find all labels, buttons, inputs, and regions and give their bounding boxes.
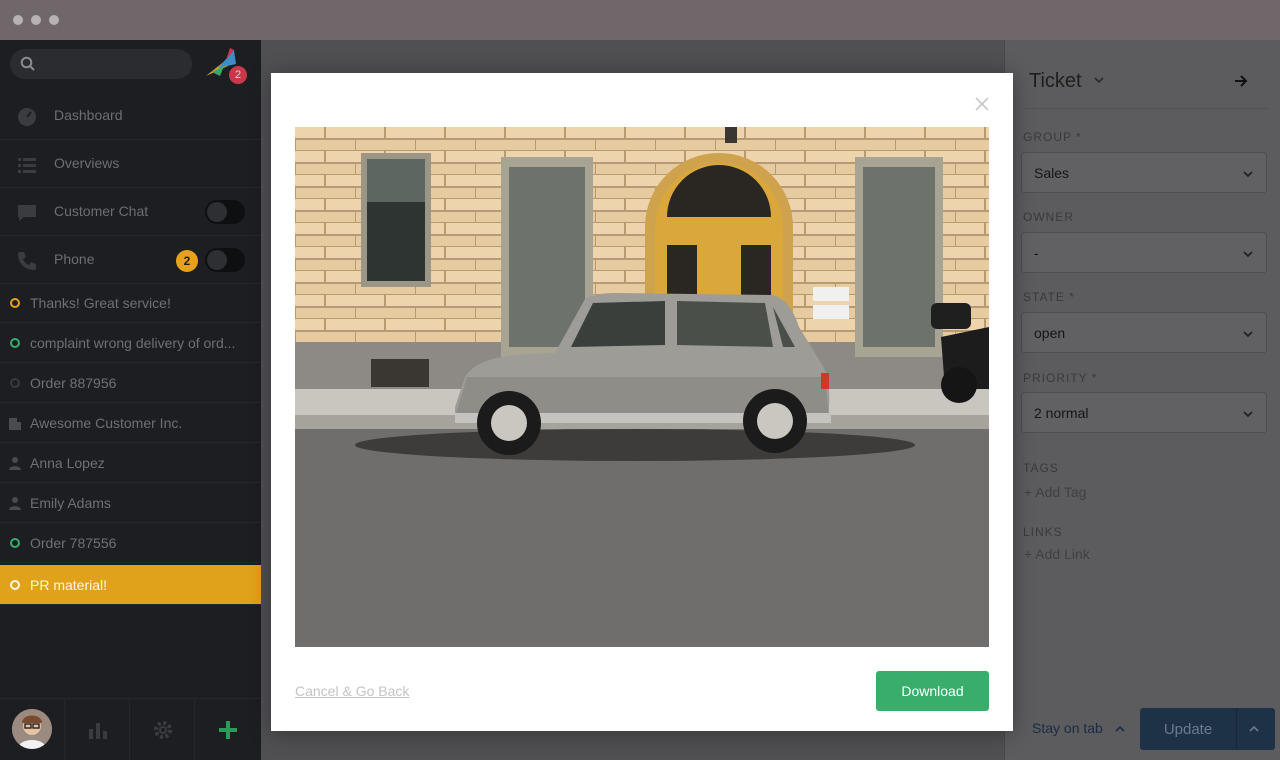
new-cell[interactable] [195, 699, 260, 760]
nav-dashboard[interactable]: Dashboard [0, 92, 261, 140]
priority-label: PRIORITY * [1023, 371, 1098, 385]
status-ring-icon [10, 580, 20, 590]
phone-toggle[interactable] [205, 248, 245, 272]
nav-overviews[interactable]: Overviews [0, 140, 261, 188]
tags-label: TAGS [1023, 461, 1059, 475]
sidebar-bottom-bar [0, 698, 261, 760]
task-label: Awesome Customer Inc. [30, 415, 183, 431]
list-icon [18, 158, 36, 173]
group-label: GROUP * [1023, 130, 1082, 144]
task-label: Emily Adams [30, 495, 111, 511]
task-label: Anna Lopez [30, 455, 105, 471]
priority-value: 2 normal [1034, 405, 1089, 421]
task-label: Order 887956 [30, 375, 117, 391]
chevron-down-icon [1243, 171, 1253, 178]
task-label: PR material! [30, 577, 108, 593]
add-tag-link[interactable]: + Add Tag [1024, 484, 1086, 500]
nav-dashboard-label: Dashboard [54, 107, 123, 123]
task-item[interactable]: Thanks! Great service! [0, 283, 261, 323]
task-item[interactable]: complaint wrong delivery of ord... [0, 323, 261, 363]
search-input[interactable] [10, 49, 192, 79]
avatar-face-icon [12, 709, 52, 749]
car-photo-image [295, 127, 989, 647]
settings-cell[interactable] [130, 699, 195, 760]
organization-icon [9, 418, 21, 430]
close-icon[interactable] [974, 96, 990, 112]
update-button[interactable]: Update [1140, 708, 1275, 750]
chevron-down-icon [1243, 411, 1253, 418]
notification-badge: 2 [229, 66, 247, 84]
plus-icon [219, 721, 237, 739]
owner-value: - [1034, 245, 1039, 261]
window-minimize-dot[interactable] [31, 15, 41, 25]
task-item[interactable]: Order 887956 [0, 363, 261, 403]
task-item[interactable]: Anna Lopez [0, 443, 261, 483]
customer-chat-toggle[interactable] [205, 200, 245, 224]
panel-title: Ticket [1029, 70, 1082, 92]
divider [1025, 108, 1267, 109]
gear-icon [154, 721, 172, 739]
cancel-go-back-link[interactable]: Cancel & Go Back [295, 683, 409, 699]
group-value: Sales [1034, 165, 1070, 181]
user-icon [9, 457, 21, 470]
state-label: STATE * [1023, 290, 1075, 304]
task-item[interactable]: Emily Adams [0, 483, 261, 523]
chevron-up-icon[interactable] [1114, 723, 1126, 735]
nav-customer-chat-label: Customer Chat [54, 203, 149, 219]
task-label: Order 787556 [30, 535, 117, 551]
task-label: complaint wrong delivery of ord... [30, 335, 236, 351]
chevron-down-icon[interactable] [1093, 74, 1105, 86]
search-icon [20, 56, 35, 71]
add-link-link[interactable]: + Add Link [1024, 546, 1090, 562]
state-value: open [1034, 325, 1066, 341]
status-ring-icon [10, 298, 20, 308]
state-select[interactable]: open [1021, 312, 1267, 353]
task-item[interactable]: Order 787556 [0, 523, 261, 563]
status-ring-icon [10, 378, 20, 388]
sidebar: 2 Dashboard Overviews Customer Chat Phon… [0, 40, 261, 760]
download-button[interactable]: Download [876, 671, 989, 711]
dashboard-icon [18, 108, 36, 126]
update-button-label: Update [1163, 721, 1213, 738]
avatar-cell[interactable] [0, 699, 65, 760]
window-title-bar [0, 0, 1280, 40]
task-item[interactable]: Awesome Customer Inc. [0, 403, 261, 443]
arrow-right-icon[interactable] [1233, 73, 1249, 89]
nav-customer-chat[interactable]: Customer Chat [0, 188, 261, 236]
owner-label: OWNER [1023, 210, 1074, 224]
window-close-dot[interactable] [13, 15, 23, 25]
chevron-up-icon[interactable] [1248, 723, 1260, 735]
image-preview-modal: Cancel & Go Back Download [271, 73, 1013, 731]
phone-count-badge: 2 [176, 250, 198, 272]
phone-icon [18, 252, 36, 270]
priority-select[interactable]: 2 normal [1021, 392, 1267, 433]
user-icon [9, 497, 21, 510]
button-divider [1236, 708, 1237, 750]
preview-image [295, 127, 989, 647]
task-item-active[interactable]: PR material! [0, 565, 261, 605]
links-label: LINKS [1023, 525, 1063, 539]
nav-overviews-label: Overviews [54, 155, 120, 171]
status-ring-icon [10, 538, 20, 548]
avatar[interactable] [12, 709, 52, 749]
window-maximize-dot[interactable] [49, 15, 59, 25]
task-label: Thanks! Great service! [30, 295, 171, 311]
nav-phone[interactable]: Phone 2 [0, 236, 261, 284]
status-ring-icon [10, 338, 20, 348]
group-select[interactable]: Sales [1021, 152, 1267, 193]
owner-select[interactable]: - [1021, 232, 1267, 273]
bar-chart-icon [89, 723, 107, 739]
chat-icon [18, 205, 36, 221]
nav-phone-label: Phone [54, 251, 95, 267]
stay-on-tab-selector[interactable]: Stay on tab [1032, 720, 1103, 736]
chevron-down-icon [1243, 251, 1253, 258]
chevron-down-icon [1243, 331, 1253, 338]
reports-cell[interactable] [65, 699, 130, 760]
ticket-sidebar: Ticket GROUP * Sales OWNER - STATE * ope… [1004, 40, 1280, 760]
